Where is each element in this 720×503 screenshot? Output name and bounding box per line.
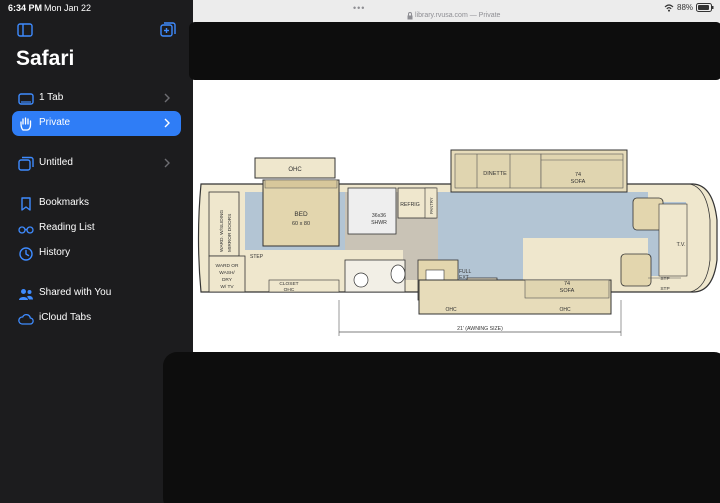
status-time: 6:34 PM (8, 3, 43, 13)
sidebar-item-1-tab[interactable]: 1 Tab (12, 86, 181, 111)
dash-block (658, 203, 688, 277)
sidebar-item-label: Reading List (39, 222, 95, 233)
label-sofa-bottom: SOFA (560, 288, 575, 294)
label-closet-ohc: OHC (284, 287, 295, 293)
label-ohc-right: OHC (559, 307, 571, 313)
label-bed-size: 60 x 80 (292, 221, 310, 227)
label-ext: EXT (459, 275, 469, 281)
label-bed: BED (294, 211, 308, 218)
cloud-icon (18, 313, 34, 325)
battery-icon (696, 3, 714, 12)
clock-icon (19, 247, 33, 261)
browser-content: ••• library.rvusa.com — Private 88% OHC … (163, 0, 720, 503)
sidebar-item-reading-list[interactable]: Reading List (12, 216, 181, 241)
sink-shape (353, 272, 369, 288)
label-shower-size: 36x36 (372, 213, 386, 219)
sidebar-item-label: 1 Tab (39, 92, 64, 103)
label-stp-2: STP (660, 286, 669, 292)
label-sofa-top-size: 74 (575, 172, 581, 178)
sidebar-item-label: Untitled (39, 157, 73, 168)
sidebar-title: Safari (16, 47, 75, 70)
hand-icon (20, 117, 32, 131)
sidebar-item-label: iCloud Tabs (39, 312, 92, 323)
label-tv: T.V. (677, 242, 686, 248)
label-sofa-bottom-size: 74 (564, 281, 570, 287)
bookmark-icon (21, 197, 31, 211)
captain-chair-top (632, 197, 664, 231)
sidebar-item-label: Private (39, 117, 71, 128)
sidebar-item-shared-with-you[interactable]: Shared with You (12, 281, 181, 306)
label-refrig: REFRIG (400, 202, 420, 208)
wifi-icon (664, 4, 674, 12)
sidebar-item-label: History (39, 247, 71, 258)
label-ohc-top: OHC (288, 167, 302, 173)
label-stp-1: STP (660, 276, 669, 282)
label-ward-washer-3: DRY (222, 277, 233, 283)
rv-floorplan-image: OHC BED 60 x 80 WARD. W/SLIDING MIRROR D… (197, 149, 718, 336)
label-pantry: PANTRY (429, 197, 434, 214)
lock-icon (407, 12, 413, 20)
sidebar-item-label: Bookmarks (39, 197, 90, 208)
sidebar-item-untitled[interactable]: Untitled (12, 151, 181, 176)
people-icon (19, 289, 33, 300)
sidebar-item-icloud-tabs[interactable]: iCloud Tabs (12, 306, 181, 331)
sidebar-item-private[interactable]: Private (12, 111, 181, 136)
label-ward-mirror-1: WARD. W/SLIDING (219, 210, 225, 252)
sidebar-item-label: Shared with You (39, 287, 112, 298)
new-tab-group-icon[interactable] (160, 22, 176, 38)
tablet-icon (18, 93, 34, 105)
sidebar-item-bookmarks[interactable]: Bookmarks (12, 191, 181, 216)
status-date: Mon Jan 22 (44, 3, 92, 13)
label-ward-washer-2: WASH/ (219, 270, 235, 276)
label-awning: 21' (AWNING SIZE) (457, 326, 503, 332)
more-dots[interactable]: ••• (353, 3, 365, 13)
label-step-left: STEP (250, 254, 264, 260)
redaction-top (189, 22, 720, 80)
glasses-icon (18, 226, 34, 234)
shower-block (347, 187, 397, 235)
label-ward-washer-1: WARD OR (215, 263, 239, 269)
label-sofa-top: SOFA (571, 179, 586, 185)
tab-group-icon (18, 156, 34, 171)
toilet-shape (390, 264, 406, 284)
label-ward-mirror-2: MIRROR DOORS (227, 214, 233, 252)
label-ohc-mid: OHC (445, 307, 457, 313)
captain-chair-bottom (620, 253, 652, 287)
label-dinette: DINETTE (483, 171, 507, 177)
chevron-right-icon (164, 93, 170, 103)
label-closet: CLOSET (279, 281, 298, 287)
sidebar-toggle-icon[interactable] (17, 22, 33, 38)
redaction-bottom (163, 352, 720, 503)
label-shower: SHWR (371, 220, 387, 226)
chevron-right-icon (164, 158, 170, 168)
sidebar-item-history[interactable]: History (12, 241, 181, 266)
battery-percent: 88% (677, 3, 694, 12)
label-ward-washer-4: W/ TV (220, 284, 234, 290)
url-text[interactable]: library.rvusa.com — Private (415, 12, 500, 19)
chevron-right-icon (164, 118, 170, 128)
